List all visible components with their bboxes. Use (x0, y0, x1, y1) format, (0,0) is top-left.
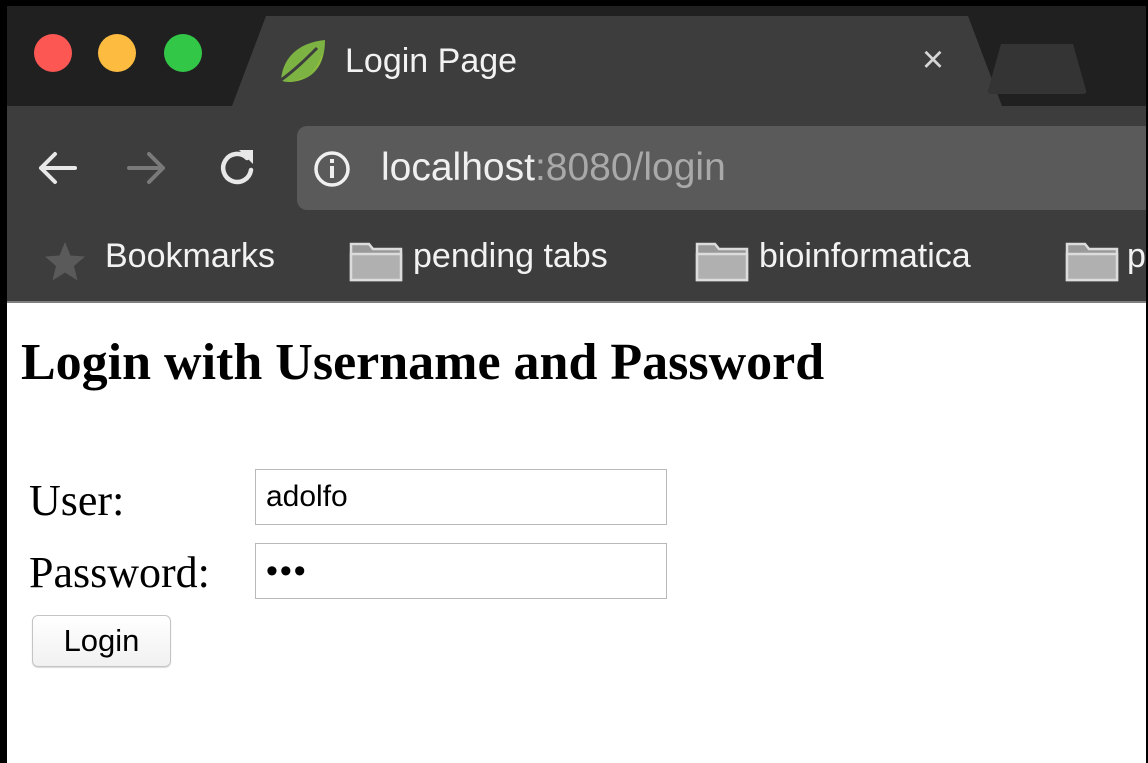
url-host: localhost (381, 146, 535, 189)
url-text: localhost:8080/login (381, 146, 726, 190)
page-content: Login with Username and Password User: a… (7, 303, 1146, 763)
forward-arrow-icon[interactable] (125, 146, 169, 190)
page-title: Login with Username and Password (21, 334, 825, 391)
user-label: User: (29, 476, 125, 525)
info-icon[interactable] (313, 150, 351, 188)
folder-icon (695, 242, 749, 282)
back-arrow-icon[interactable] (35, 146, 79, 190)
spring-leaf-icon (280, 40, 325, 82)
new-tab-button[interactable] (987, 44, 1087, 94)
bookmark-pending-tabs[interactable]: pending tabs (413, 237, 608, 276)
star-icon (45, 242, 85, 281)
bookmark-truncated[interactable]: p (1127, 237, 1146, 276)
password-label: Password: (29, 548, 210, 597)
reload-icon[interactable] (215, 146, 259, 190)
tab-title: Login Page (345, 42, 518, 80)
folder-icon (349, 242, 403, 282)
browser-window: Login Page × localhost:8080/login Bookma… (0, 0, 1148, 763)
bookmark-bookmarks[interactable]: Bookmarks (105, 237, 275, 276)
bookmark-bioinformatica[interactable]: bioinformatica (759, 237, 971, 276)
password-input[interactable]: ••• (255, 543, 667, 599)
minimize-window-button[interactable] (98, 34, 136, 72)
close-icon[interactable]: × (915, 41, 951, 79)
login-button[interactable]: Login (32, 615, 171, 667)
zoom-window-button[interactable] (164, 34, 202, 72)
url-port-path: :8080/login (534, 146, 726, 189)
folder-icon (1065, 242, 1119, 282)
close-window-button[interactable] (34, 34, 72, 72)
username-input[interactable]: adolfo (255, 469, 667, 525)
